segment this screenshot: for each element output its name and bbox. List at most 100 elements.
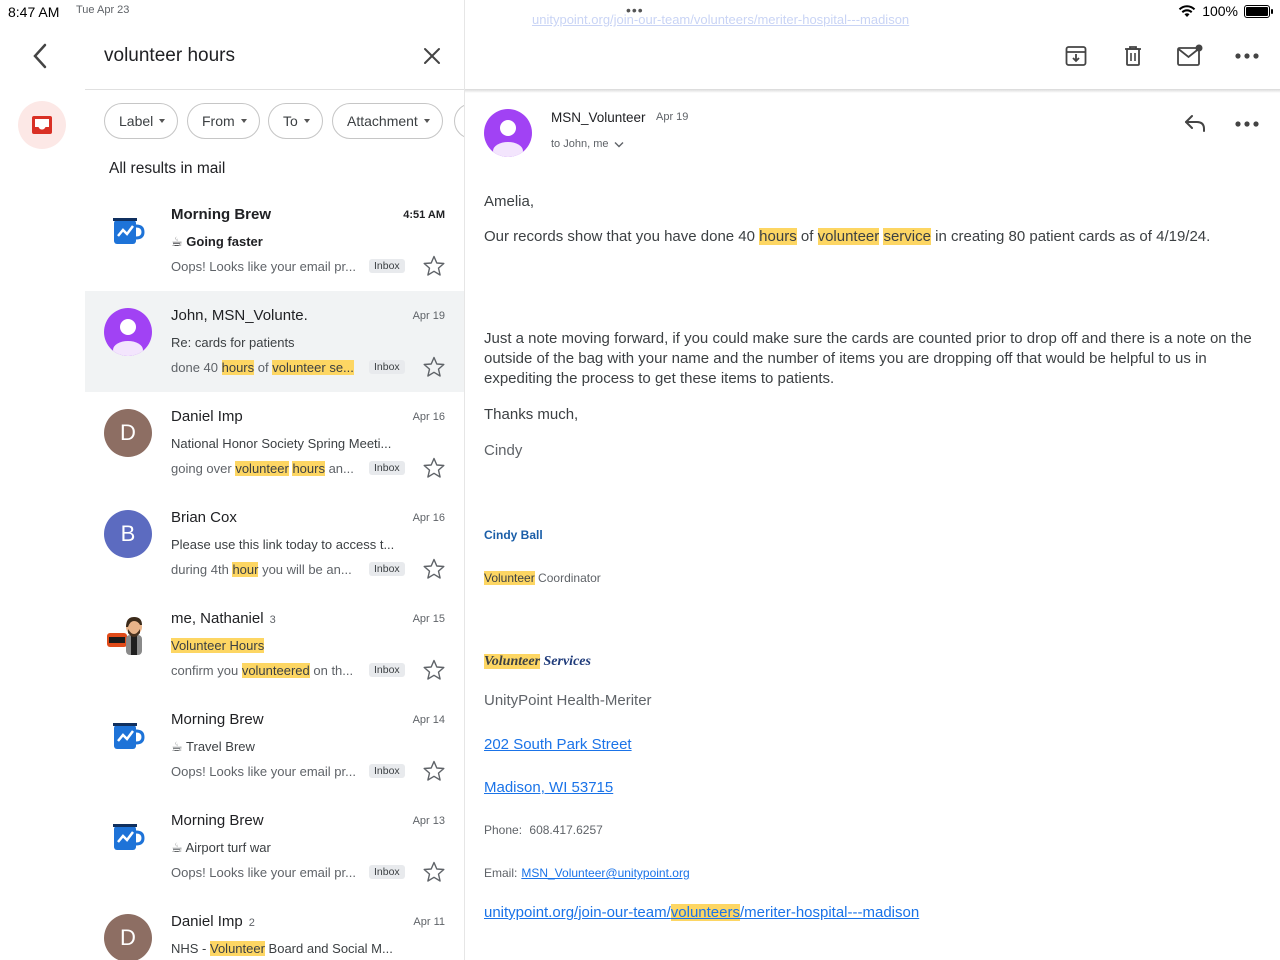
chip-from[interactable]: From	[187, 103, 260, 139]
email-link[interactable]: MSN_Volunteer@unitypoint.org	[521, 866, 689, 880]
back-arrow-icon	[33, 43, 47, 69]
chip-more[interactable]	[454, 103, 464, 139]
email-snippet: during 4th hour you will be an...	[171, 562, 352, 577]
greeting: Amelia,	[484, 193, 535, 210]
body-paragraph-2: Just a note moving forward, if you could…	[484, 330, 1252, 387]
star-icon[interactable]	[422, 658, 446, 682]
sender-name: me, Nathaniel 3	[171, 610, 276, 627]
chip-to[interactable]: To	[268, 103, 323, 139]
inbox-badge: Inbox	[369, 360, 405, 374]
signature-email: Email: MSN_Volunteer@unitypoint.org	[484, 866, 690, 880]
delete-button[interactable]	[1118, 40, 1148, 72]
archive-button[interactable]	[1061, 40, 1091, 72]
email-list-item[interactable]: Morning Brew Apr 14 ☕ Travel Brew Oops! …	[85, 695, 464, 796]
email-subject: NHS - Volunteer Board and Social M...	[171, 941, 393, 956]
email-date: 4:51 AM	[403, 209, 445, 221]
caret-down-icon	[159, 119, 166, 123]
scrolled-link-faded: unitypoint.org/join-our-team/volunteers/…	[532, 12, 910, 27]
morning-brew-logo	[104, 813, 152, 861]
inbox-badge: Inbox	[369, 865, 405, 879]
email-snippet: Oops! Looks like your email pr...	[171, 259, 356, 274]
email-subject: Re: cards for patients	[171, 335, 295, 350]
sender-name: Brian Cox	[171, 509, 237, 526]
battery-icon	[1244, 4, 1273, 18]
wifi-icon	[1178, 5, 1196, 17]
address-line-1-link[interactable]: 202 South Park Street	[484, 736, 632, 753]
sender-name: Morning Brew	[171, 812, 264, 829]
inbox-rail-button[interactable]	[18, 101, 66, 149]
inbox-badge: Inbox	[369, 259, 405, 273]
email-list-item[interactable]: Morning Brew Apr 13 ☕ Airport turf war O…	[85, 796, 464, 897]
reply-icon[interactable]	[1182, 110, 1208, 136]
email-subject: Please use this link today to access t..…	[171, 537, 395, 552]
email-subject: ☕ Airport turf war	[171, 840, 271, 855]
email-date: Apr 16	[412, 512, 445, 524]
email-subject: National Honor Society Spring Meeti...	[171, 436, 392, 451]
inbox-badge: Inbox	[369, 461, 405, 475]
bitmoji-avatar	[104, 611, 152, 659]
star-icon[interactable]	[422, 860, 446, 884]
email-snippet: going over volunteer hours an...	[171, 461, 354, 476]
email-list-item[interactable]: D Daniel Imp Apr 16 National Honor Socie…	[85, 392, 464, 493]
back-button[interactable]	[26, 40, 54, 72]
signature-org: UnityPoint Health-Meriter	[484, 692, 652, 709]
sender-name: John, MSN_Volunte.	[171, 307, 308, 324]
email-date: Apr 13	[412, 815, 445, 827]
message-sender: MSN_Volunteer	[551, 110, 646, 125]
avatar: D	[104, 409, 152, 457]
email-date: Apr 16	[412, 411, 445, 423]
closing: Thanks much,	[484, 406, 579, 423]
chip-label[interactable]: Label	[104, 103, 179, 139]
sender-avatar	[484, 109, 532, 157]
address-line-2-link[interactable]: Madison, WI 53715	[484, 779, 613, 796]
pane-divider	[464, 0, 465, 960]
star-icon[interactable]	[422, 456, 446, 480]
star-icon[interactable]	[422, 254, 446, 278]
email-date: Apr 19	[412, 310, 445, 322]
trash-icon	[1125, 46, 1141, 66]
message-date: Apr 19	[656, 111, 689, 123]
search-input[interactable]: volunteer hours	[104, 45, 235, 67]
clear-search-button[interactable]	[418, 42, 446, 70]
close-icon	[424, 48, 440, 64]
email-list-item[interactable]: B Brian Cox Apr 16 Please use this link …	[85, 493, 464, 594]
more-options-button[interactable]	[1232, 40, 1262, 72]
email-list-item-selected[interactable]: John, MSN_Volunte. Apr 19 Re: cards for …	[85, 291, 464, 392]
email-subject: Volunteer Hours	[171, 638, 265, 653]
inbox-icon	[32, 116, 52, 134]
status-right: 100%	[1178, 3, 1273, 19]
thread-count: 2	[248, 917, 255, 929]
morning-brew-logo	[104, 207, 152, 255]
status-time: 8:47 AM	[8, 4, 60, 20]
volunteer-page-link[interactable]: unitypoint.org/join-our-team/volunteers/…	[484, 904, 919, 921]
star-icon[interactable]	[422, 759, 446, 783]
recipients-toggle[interactable]: to John, me	[551, 138, 624, 150]
email-list-item[interactable]: Morning Brew 4:51 AM ☕ Going faster Oops…	[85, 190, 464, 291]
sender-name: Daniel Imp 2	[171, 913, 255, 930]
sender-name: Morning Brew	[171, 206, 271, 223]
chip-attachment[interactable]: Attachment	[332, 103, 443, 139]
star-icon[interactable]	[422, 355, 446, 379]
chevron-down-icon	[614, 141, 624, 147]
email-snippet: confirm you volunteered on th...	[171, 663, 354, 678]
mark-unread-button[interactable]	[1175, 40, 1205, 72]
filter-chips: Label From To Attachment	[104, 103, 464, 139]
star-icon[interactable]	[422, 557, 446, 581]
email-list-item[interactable]: D Daniel Imp 2 Apr 11 NHS - Volunteer Boa…	[85, 897, 464, 960]
email-subject: ☕ Travel Brew	[171, 739, 255, 754]
inbox-badge: Inbox	[369, 764, 405, 778]
avatar: B	[104, 510, 152, 558]
email-date: Apr 11	[413, 916, 445, 928]
body-paragraph-1: Our records show that you have done 40 h…	[484, 228, 1211, 245]
email-list-item[interactable]: me, Nathaniel 3 Apr 15 Volunteer Hours co…	[85, 594, 464, 695]
email-date: Apr 15	[412, 613, 445, 625]
caret-down-icon	[240, 119, 247, 123]
sender-name: Daniel Imp	[171, 408, 243, 425]
more-horizontal-icon	[1235, 53, 1259, 59]
message-more-icon[interactable]	[1234, 114, 1260, 134]
signature-services-logo: Volunteer Services	[484, 654, 591, 669]
thread-count: 3	[269, 614, 276, 626]
mail-unread-icon	[1177, 44, 1203, 66]
email-snippet: done 40 hours of volunteer se...	[171, 360, 354, 375]
sender-name: Morning Brew	[171, 711, 264, 728]
